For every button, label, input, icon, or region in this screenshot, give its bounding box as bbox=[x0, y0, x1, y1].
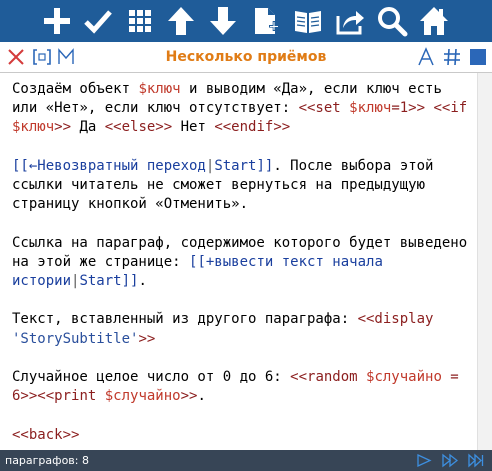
macro: <<endif>> bbox=[214, 119, 291, 136]
passage-title[interactable]: Несколько приёмов bbox=[110, 48, 382, 66]
variable: $ключ bbox=[12, 119, 55, 136]
macro: <<back>> bbox=[12, 426, 80, 443]
passage-editor[interactable]: Создаём объект $ключ и выводим «Да», есл… bbox=[0, 73, 476, 450]
link-target: Start bbox=[79, 273, 122, 289]
macro: >> bbox=[180, 388, 198, 405]
macro: <<print bbox=[37, 388, 105, 405]
fast-forward-icon[interactable] bbox=[442, 453, 458, 468]
skip-to-end-icon[interactable] bbox=[468, 453, 484, 468]
macro: >> bbox=[54, 119, 72, 136]
text: . bbox=[197, 388, 206, 405]
variable: $ключ bbox=[138, 81, 181, 97]
link-text: ←Невозвратный переход bbox=[28, 157, 206, 174]
link-target: Start bbox=[214, 157, 257, 174]
new-document-icon[interactable] bbox=[249, 4, 283, 38]
paragraph-count: параграфов: 8 bbox=[5, 454, 89, 467]
string-literal: 'StorySubtitle' bbox=[12, 330, 139, 347]
text: Нет bbox=[172, 119, 215, 136]
macro: <<else>> bbox=[104, 119, 173, 136]
text: Создаём объект bbox=[12, 81, 139, 97]
passage-title-bar: Несколько приёмов bbox=[0, 42, 492, 73]
paragraph-back: <<back>> bbox=[12, 426, 472, 445]
macro: >> bbox=[138, 330, 156, 347]
text: . bbox=[138, 273, 147, 289]
link-bracket: ]] bbox=[121, 273, 139, 289]
grid-icon[interactable] bbox=[123, 4, 157, 38]
check-icon[interactable] bbox=[81, 4, 115, 38]
home-icon[interactable] bbox=[417, 4, 451, 38]
paragraph-set-if: Создаём объект $ключ и выводим «Да», есл… bbox=[12, 80, 472, 138]
font-icon[interactable] bbox=[416, 47, 436, 67]
paragraph-display: Текст, вставленный из другого параграфа:… bbox=[12, 310, 472, 348]
add-icon[interactable] bbox=[40, 4, 74, 38]
close-icon[interactable] bbox=[6, 47, 26, 67]
hash-icon[interactable] bbox=[442, 47, 462, 67]
status-bar: параграфов: 8 bbox=[0, 450, 492, 471]
play-icon[interactable] bbox=[416, 453, 432, 468]
link-bracket: [[ bbox=[12, 157, 29, 174]
main-toolbar bbox=[0, 0, 492, 42]
square-icon[interactable] bbox=[468, 47, 488, 67]
link-bracket: ]] bbox=[256, 157, 274, 174]
macro: <<random bbox=[290, 368, 367, 385]
search-icon[interactable] bbox=[375, 4, 409, 38]
share-icon[interactable] bbox=[333, 4, 367, 38]
variable: $случайно bbox=[104, 388, 181, 405]
text: Да bbox=[71, 119, 105, 136]
variable: $случайно bbox=[366, 368, 442, 385]
bracket-icon[interactable] bbox=[32, 47, 52, 67]
macro: <<set bbox=[298, 100, 350, 117]
text: Текст, вставленный из другого параграфа: bbox=[12, 311, 358, 328]
m-icon[interactable] bbox=[56, 47, 76, 67]
variable: $ключ bbox=[349, 100, 392, 117]
book-icon[interactable] bbox=[291, 4, 325, 38]
arrow-up-icon[interactable] bbox=[164, 4, 198, 38]
text: Случайное целое число от 0 до 6: bbox=[12, 368, 291, 385]
paragraph-include-link: Ссылка на параграф, содержимое которого … bbox=[12, 234, 472, 292]
paragraph-noback-link: [[←Невозвратный переход|Start]]. После в… bbox=[12, 157, 472, 215]
paragraph-random: Случайное целое число от 0 до 6: <<rando… bbox=[12, 368, 472, 406]
macro: =1>> bbox=[391, 100, 426, 117]
editor-scrollbar[interactable] bbox=[477, 73, 492, 450]
link-bracket: [[ bbox=[189, 253, 206, 270]
macro: <<if bbox=[433, 100, 468, 117]
arrow-down-icon[interactable] bbox=[206, 4, 240, 38]
macro: <<display bbox=[357, 311, 434, 328]
